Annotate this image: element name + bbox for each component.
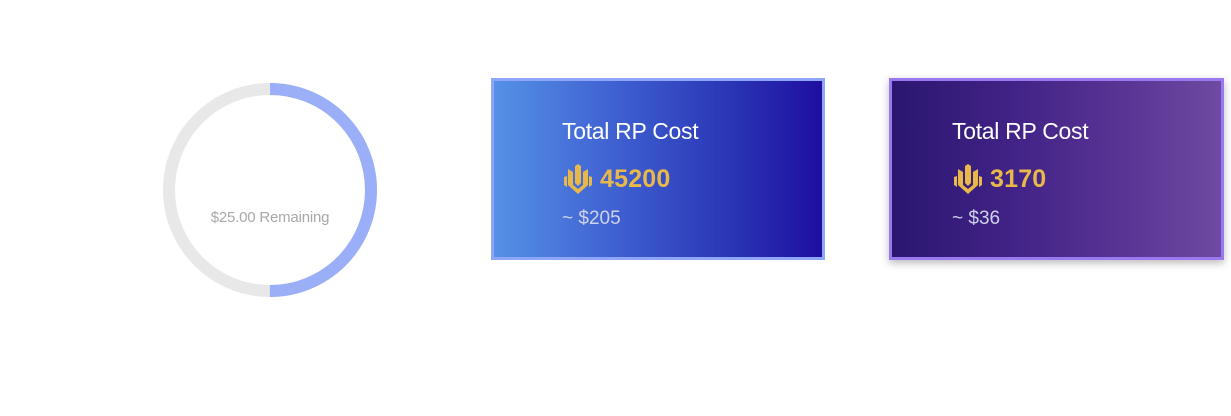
rp-amount-row: 3170 <box>952 163 1046 195</box>
rp-cost-card-1[interactable]: Total RP Cost 45200 ~ $205 <box>491 78 825 260</box>
remaining-label: $25.00 Remaining <box>210 209 330 226</box>
card-title: Total RP Cost <box>562 118 699 144</box>
rp-coin-icon <box>954 164 982 194</box>
rp-cost-summary: $25.00 Remaining Total RP Cost 45200 ~ $… <box>0 0 1231 416</box>
card-title: Total RP Cost <box>952 118 1089 144</box>
progress-ring-graphic <box>163 83 377 297</box>
rp-amount-row: 45200 <box>562 163 671 195</box>
rp-cost-card-2[interactable]: Total RP Cost 3170 ~ $36 <box>889 78 1224 260</box>
usd-estimate: ~ $36 <box>952 208 1001 229</box>
rp-coin-icon <box>564 164 592 194</box>
budget-progress-ring: $25.00 Remaining <box>162 82 378 298</box>
rp-amount: 45200 <box>600 164 671 193</box>
usd-estimate: ~ $205 <box>562 208 621 229</box>
rp-amount: 3170 <box>990 164 1047 193</box>
